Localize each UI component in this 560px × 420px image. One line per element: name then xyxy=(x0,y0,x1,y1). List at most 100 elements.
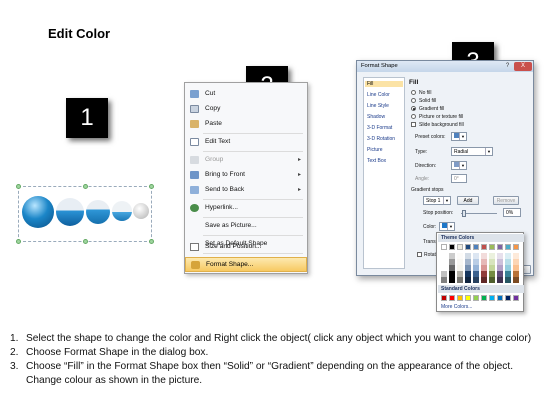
checkbox-rotate[interactable] xyxy=(417,252,422,257)
menu-item-paste[interactable]: Paste xyxy=(185,117,307,131)
slider-thumb[interactable] xyxy=(462,210,466,217)
color-swatch[interactable] xyxy=(497,244,503,250)
color-swatch[interactable] xyxy=(489,244,495,250)
menu-item-edit-text[interactable]: Edit Text xyxy=(185,135,307,149)
menu-item-format-shape[interactable]: Format Shape... xyxy=(185,257,307,272)
step-badge-1: 1 xyxy=(66,98,108,138)
color-swatch[interactable] xyxy=(441,277,447,283)
menu-item-save-as-picture[interactable]: Save as Picture... xyxy=(185,219,307,233)
add-button[interactable]: Add xyxy=(457,196,479,205)
nav-3d-format[interactable]: 3-D Format xyxy=(367,125,392,131)
panel-heading: Fill xyxy=(409,79,419,86)
color-swatch[interactable] xyxy=(505,295,511,301)
instruction-step: 3. Choose “Fill” in the Format Shape box… xyxy=(10,361,514,386)
instruction-step: 2. Choose Format Shape in the dialog box… xyxy=(10,347,209,358)
sphere-4[interactable] xyxy=(112,201,132,221)
label-direction: Direction: xyxy=(415,163,437,169)
nav-picture[interactable]: Picture xyxy=(367,147,383,153)
color-dropdown[interactable]: ▼ xyxy=(439,222,455,231)
resize-handle[interactable] xyxy=(16,184,21,189)
sphere-3[interactable] xyxy=(86,200,110,224)
color-swatch[interactable] xyxy=(497,295,503,301)
resize-handle[interactable] xyxy=(83,239,88,244)
color-swatch[interactable] xyxy=(505,244,511,250)
color-swatch[interactable] xyxy=(473,277,479,283)
resize-handle[interactable] xyxy=(16,239,21,244)
label-solid-fill: Solid fill xyxy=(419,98,437,104)
chevron-down-icon: ▼ xyxy=(485,148,492,155)
sphere-1[interactable] xyxy=(22,196,54,228)
menu-item-size-position[interactable]: Size and Position... xyxy=(185,240,307,254)
color-swatch[interactable] xyxy=(481,244,487,250)
bring-to-front-icon xyxy=(190,171,199,179)
radio-gradient-fill[interactable] xyxy=(411,106,416,111)
color-swatch[interactable] xyxy=(465,295,471,301)
color-swatch[interactable] xyxy=(489,277,495,283)
remove-button[interactable]: Remove xyxy=(493,196,519,205)
page-title: Edit Color xyxy=(48,26,111,41)
stop-position-slider[interactable] xyxy=(461,213,497,214)
menu-item-hyperlink[interactable]: Hyperlink... xyxy=(185,201,307,215)
radio-no-fill[interactable] xyxy=(411,90,416,95)
color-swatch[interactable] xyxy=(513,277,519,283)
color-swatch[interactable] xyxy=(497,277,503,283)
resize-handle[interactable] xyxy=(149,239,154,244)
color-swatch[interactable] xyxy=(449,295,455,301)
copy-icon xyxy=(190,105,199,113)
radio-solid-fill[interactable] xyxy=(411,98,416,103)
size-position-icon xyxy=(190,243,199,251)
chevron-down-icon: ▼ xyxy=(459,133,466,140)
nav-shadow[interactable]: Shadow xyxy=(367,114,385,120)
sphere-2[interactable] xyxy=(56,198,84,226)
color-swatch[interactable] xyxy=(481,277,487,283)
close-icon[interactable]: X xyxy=(514,62,532,71)
color-swatch[interactable] xyxy=(449,244,455,250)
menu-item-send-to-back[interactable]: Send to Back ▸ xyxy=(185,183,307,197)
scissors-icon xyxy=(190,90,199,98)
nav-text-box[interactable]: Text Box xyxy=(367,158,386,164)
stop-position-input[interactable]: 0% xyxy=(503,208,521,217)
color-swatch[interactable] xyxy=(489,295,495,301)
more-colors-link[interactable]: More Colors... xyxy=(441,304,472,310)
color-swatch[interactable] xyxy=(449,277,455,283)
dialog-nav: Fill Line Color Line Style Shadow 3-D Fo… xyxy=(363,77,405,269)
color-swatch[interactable] xyxy=(465,277,471,283)
label-no-fill: No fill xyxy=(419,90,432,96)
menu-separator xyxy=(203,133,303,134)
color-swatch[interactable] xyxy=(441,295,447,301)
type-dropdown[interactable]: Radial ▼ xyxy=(451,147,493,156)
color-swatch[interactable] xyxy=(457,295,463,301)
nav-3d-rotation[interactable]: 3-D Rotation xyxy=(367,136,395,142)
submenu-arrow-icon: ▸ xyxy=(297,157,301,163)
color-swatch[interactable] xyxy=(473,244,479,250)
nav-line-style[interactable]: Line Style xyxy=(367,103,389,109)
menu-item-bring-to-front[interactable]: Bring to Front ▸ xyxy=(185,168,307,182)
paste-icon xyxy=(190,120,199,128)
nav-fill[interactable]: Fill xyxy=(365,81,403,87)
color-swatch[interactable] xyxy=(457,244,463,250)
color-swatch[interactable] xyxy=(481,295,487,301)
preset-colors-dropdown[interactable]: ▼ xyxy=(451,132,467,141)
menu-separator xyxy=(203,199,303,200)
help-icon[interactable]: ? xyxy=(503,62,512,71)
menu-item-cut[interactable]: Cut xyxy=(185,87,307,101)
color-swatch[interactable] xyxy=(505,277,511,283)
color-swatch[interactable] xyxy=(513,295,519,301)
stop-dropdown[interactable]: Stop 1 ▼ xyxy=(423,196,451,205)
color-swatch[interactable] xyxy=(473,295,479,301)
menu-item-copy[interactable]: Copy xyxy=(185,102,307,116)
checkbox-slide-background[interactable] xyxy=(411,122,416,127)
radio-picture-fill[interactable] xyxy=(411,114,416,119)
color-swatch[interactable] xyxy=(441,244,447,250)
direction-dropdown[interactable]: ▼ xyxy=(451,161,467,170)
color-swatch[interactable] xyxy=(513,244,519,250)
resize-handle[interactable] xyxy=(83,184,88,189)
resize-handle[interactable] xyxy=(149,184,154,189)
sphere-5[interactable] xyxy=(133,203,149,219)
hyperlink-icon xyxy=(190,204,199,212)
angle-input[interactable]: 0° xyxy=(451,174,467,183)
color-swatch[interactable] xyxy=(465,244,471,250)
nav-line-color[interactable]: Line Color xyxy=(367,92,390,98)
color-swatch[interactable] xyxy=(457,277,463,283)
label-type: Type: xyxy=(415,149,428,155)
